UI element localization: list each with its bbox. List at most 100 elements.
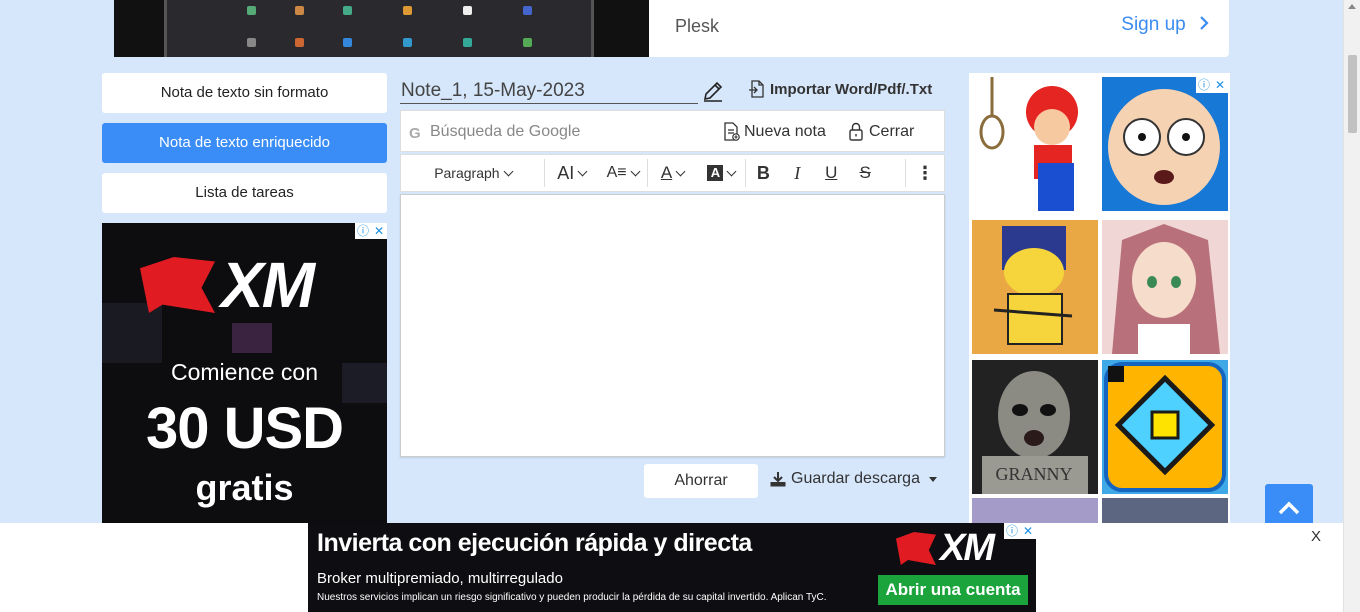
mode-plain-text-button[interactable]: Nota de texto sin formato — [102, 73, 387, 113]
ad-info-icon[interactable]: ⓘ — [1196, 77, 1212, 93]
ad-choices-badge[interactable]: ⓘ ✕ — [355, 223, 387, 239]
ad-close-icon[interactable]: ✕ — [371, 223, 387, 239]
app-icon — [403, 6, 412, 15]
note-title-input[interactable] — [400, 78, 698, 104]
xm-logo: XM — [896, 527, 995, 570]
mode-rich-text-button[interactable]: Nota de texto enriquecido — [102, 123, 387, 163]
app-icon — [295, 6, 304, 15]
font-color-button[interactable]: A — [648, 154, 698, 192]
ankha-image — [993, 226, 1073, 345]
italic-button[interactable]: I — [780, 154, 814, 192]
chevron-down-icon — [577, 166, 588, 176]
app-icon — [523, 6, 532, 15]
ad-info-icon[interactable]: ⓘ — [355, 223, 371, 239]
highlight-color-button[interactable]: A — [697, 154, 745, 192]
bottom-xm-ad[interactable]: Invierta con ejecución rápida y directa … — [308, 523, 1036, 612]
bottom-ad-disclaimer: Nuestros servicios implican un riesgo si… — [317, 592, 827, 603]
ad-bg-block — [232, 323, 272, 353]
top-ad-signup-label: Sign up — [1121, 14, 1186, 35]
bottom-ad-headline: Invierta con ejecución rápida y directa — [317, 529, 752, 557]
game-tile-granny[interactable]: GRANNY — [972, 360, 1098, 494]
game-tile-ankha[interactable] — [972, 220, 1098, 354]
chevron-down-icon — [675, 166, 686, 176]
game-tile-mario[interactable] — [972, 77, 1098, 211]
left-xm-ad[interactable]: XM Comience con 30 USD gratis ⓘ ✕ — [102, 223, 387, 523]
xm-logo: XM — [140, 248, 315, 322]
top-ad-signup-link[interactable]: Sign up — [1121, 14, 1211, 36]
game-tile-monika[interactable] — [1102, 220, 1228, 354]
font-size-icon: AI — [557, 162, 575, 183]
right-game-ad[interactable]: ⓘ ✕ GRANNY — [969, 73, 1230, 523]
font-family-button[interactable]: A≡ — [599, 154, 647, 192]
font-color-icon: A — [660, 163, 673, 182]
app-icon — [343, 6, 352, 15]
chevron-right-icon — [1200, 16, 1209, 30]
app-icon — [295, 38, 304, 47]
strikethrough-icon: S — [859, 163, 871, 182]
google-search-input[interactable]: Búsqueda de Google — [430, 123, 580, 141]
left-ad-line1: Comience con — [170, 359, 319, 385]
note-actions-bar: G Búsqueda de Google Nueva nota Cerrar — [400, 110, 945, 152]
more-vertical-icon: ⋮ — [916, 162, 935, 183]
chevron-down-icon — [503, 166, 514, 176]
chevron-down-icon — [726, 166, 737, 176]
close-note-button[interactable]: Cerrar — [848, 122, 914, 141]
top-ad-image[interactable] — [114, 0, 649, 57]
save-button[interactable]: Ahorrar — [644, 464, 758, 498]
game-tile-bottom-left[interactable] — [972, 498, 1098, 523]
font-size-button[interactable]: AI — [545, 154, 599, 192]
mode-task-list-button[interactable]: Lista de tareas — [102, 173, 387, 213]
top-ad-screenshot — [164, 0, 594, 57]
app-icon — [343, 38, 352, 47]
caret-down-icon — [928, 476, 937, 482]
ad-info-icon[interactable]: ⓘ — [1004, 523, 1020, 539]
download-label: Guardar descarga — [791, 470, 920, 487]
underline-button[interactable]: U — [814, 154, 848, 192]
open-account-button[interactable]: Abrir una cuenta — [878, 575, 1028, 605]
ad-close-icon[interactable]: ✕ — [1020, 523, 1036, 539]
new-note-label: Nueva nota — [744, 122, 826, 140]
game-tile-bottom-right[interactable] — [1102, 498, 1228, 523]
left-ad-line3: gratis — [195, 467, 294, 508]
bottom-ad-close-button[interactable]: X — [1311, 528, 1321, 545]
paragraph-style-value: Paragraph — [434, 165, 500, 181]
bold-icon: B — [756, 162, 770, 183]
app-icon — [247, 6, 256, 15]
app-icon — [523, 38, 532, 47]
ad-choices-badge[interactable]: ⓘ ✕ — [1004, 523, 1036, 539]
import-label: Importar Word/Pdf/.Txt — [770, 80, 933, 98]
page-scrollbar[interactable] — [1343, 0, 1360, 612]
google-icon: G — [409, 125, 421, 142]
paragraph-style-select[interactable]: Paragraph — [401, 154, 544, 192]
pencil-icon[interactable] — [702, 80, 724, 102]
font-family-icon: A≡ — [606, 164, 627, 181]
import-file-button[interactable]: Importar Word/Pdf/.Txt — [748, 80, 932, 98]
monika-image — [1112, 224, 1220, 354]
left-ad-line2: 30 USD — [145, 396, 344, 461]
scroll-up-arrow-icon[interactable] — [1348, 4, 1356, 9]
ad-close-icon[interactable]: ✕ — [1212, 77, 1228, 93]
italic-icon: I — [794, 162, 801, 183]
close-label: Cerrar — [869, 122, 915, 140]
more-options-button[interactable]: ⋮ — [906, 154, 944, 192]
geometry-dash-image — [1104, 362, 1226, 492]
strikethrough-button[interactable]: S — [848, 154, 882, 192]
download-icon — [770, 472, 786, 487]
rich-text-toolbar: Paragraph AI A≡ A A B I U S ⋮ — [400, 154, 945, 192]
new-note-button[interactable]: Nueva nota — [723, 122, 826, 141]
mario-image — [979, 77, 1078, 211]
app-icon — [403, 38, 412, 47]
game-tile-morty[interactable]: ⓘ ✕ — [1102, 77, 1228, 211]
xm-bull-icon — [140, 257, 215, 313]
scrollbar-thumb[interactable] — [1348, 55, 1357, 133]
top-ad-panel[interactable]: Plesk Sign up — [649, 0, 1229, 57]
bold-button[interactable]: B — [746, 154, 780, 192]
chevron-down-icon — [630, 166, 641, 176]
bottom-ad-subline: Broker multipremiado, multirregulado — [317, 570, 563, 587]
app-icon — [247, 38, 256, 47]
underline-icon: U — [825, 163, 838, 182]
note-editor-area[interactable] — [400, 194, 945, 457]
game-tile-geometry-dash[interactable] — [1102, 360, 1228, 494]
save-download-dropdown[interactable]: Guardar descarga — [770, 470, 937, 488]
ad-choices-badge[interactable]: ⓘ ✕ — [1196, 77, 1228, 93]
